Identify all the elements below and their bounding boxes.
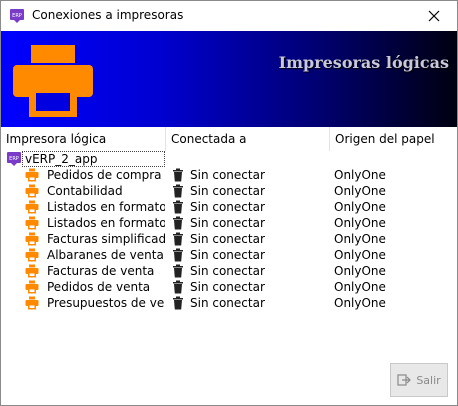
tree-root-row[interactable]: ERP vERP_2_app <box>1 151 457 167</box>
trash-icon[interactable] <box>172 216 184 230</box>
printer-row[interactable]: Listados en formato... Sin conectar OnlyOn… <box>1 215 457 231</box>
connection-status: Sin conectar <box>190 168 265 182</box>
printer-icon <box>25 200 39 214</box>
tree-root-label[interactable]: vERP_2_app <box>22 151 165 167</box>
trash-icon[interactable] <box>172 232 184 246</box>
printer-row[interactable]: Facturas simplificadas Sin conectar OnlyOn… <box>1 231 457 247</box>
connection-status: Sin conectar <box>190 264 265 278</box>
column-header-paper-source[interactable]: Origen del papel <box>330 127 457 151</box>
svg-text:ERP: ERP <box>12 13 22 19</box>
erp-app-icon: ERP <box>10 9 24 23</box>
printer-name: Pedidos de venta <box>47 280 151 294</box>
paper-source: OnlyOne <box>334 280 386 294</box>
trash-icon[interactable] <box>172 296 184 310</box>
trash-icon[interactable] <box>172 168 184 182</box>
connection-status: Sin conectar <box>190 232 265 246</box>
connection-status: Sin conectar <box>190 248 265 262</box>
printer-name: Listados en formato... <box>47 200 165 214</box>
paper-source: OnlyOne <box>334 296 386 310</box>
printer-icon <box>25 216 39 230</box>
printer-connections-window: ERP Conexiones a impresoras Impresoras l… <box>0 0 458 406</box>
printer-row[interactable]: Facturas de venta Sin conectar OnlyOne <box>1 263 457 279</box>
window-title: Conexiones a impresoras <box>32 8 184 22</box>
printer-name: Listados en formato... <box>47 216 165 230</box>
title-bar: ERP Conexiones a impresoras <box>1 1 457 31</box>
printer-name: Albaranes de venta <box>47 248 164 262</box>
connection-status: Sin conectar <box>190 280 265 294</box>
svg-text:ERP: ERP <box>9 156 19 162</box>
paper-source: OnlyOne <box>334 200 386 214</box>
paper-source: OnlyOne <box>334 216 386 230</box>
printer-name: Contabilidad <box>47 184 123 198</box>
column-header-logical-printer[interactable]: Impresora lógica <box>1 127 165 151</box>
connection-status: Sin conectar <box>190 200 265 214</box>
printer-row[interactable]: Contabilidad Sin conectar OnlyOne <box>1 183 457 199</box>
printer-icon <box>25 232 39 246</box>
printer-icon <box>25 184 39 198</box>
trash-icon[interactable] <box>172 184 184 198</box>
printer-name: Pedidos de compra <box>47 168 162 182</box>
close-icon <box>428 10 440 22</box>
printer-name: Facturas simplificadas <box>47 232 165 246</box>
connection-status: Sin conectar <box>190 296 265 310</box>
printer-icon <box>25 296 39 310</box>
connection-status: Sin conectar <box>190 216 265 230</box>
paper-source: OnlyOne <box>334 168 386 182</box>
printer-name: Facturas de venta <box>47 264 155 278</box>
printer-icon <box>13 45 93 117</box>
printer-row[interactable]: Pedidos de venta Sin conectar OnlyOne <box>1 279 457 295</box>
trash-icon[interactable] <box>172 280 184 294</box>
printer-row[interactable]: Albaranes de venta Sin conectar OnlyOne <box>1 247 457 263</box>
banner-title: Impresoras lógicas <box>278 53 449 72</box>
printer-icon <box>25 168 39 182</box>
exit-button[interactable]: Salir <box>390 363 448 397</box>
erp-app-icon: ERP <box>7 152 21 166</box>
exit-button-label: Salir <box>416 373 441 387</box>
trash-icon[interactable] <box>172 248 184 262</box>
column-header-connected-to[interactable]: Conectada a <box>166 127 329 151</box>
printer-tree-list[interactable]: Impresora lógica Conectada a Origen del … <box>1 127 457 357</box>
printer-icon <box>25 264 39 278</box>
paper-source: OnlyOne <box>334 264 386 278</box>
printer-name: Presupuestos de ve... <box>47 296 165 310</box>
printer-icon <box>25 248 39 262</box>
printer-row[interactable]: Listados en formato... Sin conectar OnlyOn… <box>1 199 457 215</box>
close-button[interactable] <box>411 1 457 31</box>
connection-status: Sin conectar <box>190 184 265 198</box>
header-banner: Impresoras lógicas <box>1 31 457 127</box>
printer-row[interactable]: Pedidos de compra Sin conectar OnlyOne <box>1 167 457 183</box>
printer-row[interactable]: Presupuestos de ve... Sin conectar OnlyOne <box>1 295 457 311</box>
trash-icon[interactable] <box>172 200 184 214</box>
paper-source: OnlyOne <box>334 232 386 246</box>
paper-source: OnlyOne <box>334 184 386 198</box>
exit-icon <box>397 374 412 386</box>
trash-icon[interactable] <box>172 264 184 278</box>
printer-icon <box>25 280 39 294</box>
paper-source: OnlyOne <box>334 248 386 262</box>
